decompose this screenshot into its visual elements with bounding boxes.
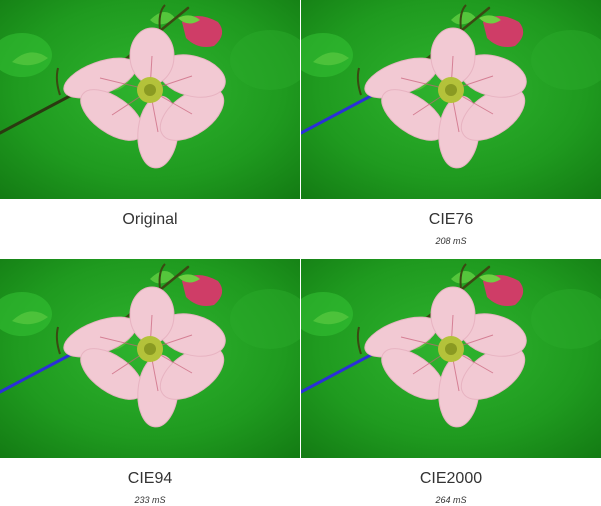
panel-caption: CIE76 (428, 211, 474, 228)
comparison-grid: Original CIE76 208 mS CIE94 233 mS CIE20… (0, 0, 601, 506)
panel-caption: CIE2000 (419, 470, 483, 487)
panel-caption: CIE94 (127, 470, 173, 487)
flower-center-inner (144, 343, 156, 355)
flower-photo-cie94 (0, 259, 300, 458)
flower-image (301, 0, 601, 199)
flower-photo-cie2000 (301, 259, 601, 458)
flower-photo-original (0, 0, 300, 199)
panel-cie2000: CIE2000 264 mS (301, 259, 601, 506)
panel-timing: 208 mS (435, 236, 467, 246)
flower-image (301, 259, 601, 458)
panel-original: Original (0, 0, 300, 229)
flower-center-inner (445, 84, 457, 96)
flower-center-inner (144, 84, 156, 96)
panel-cie76: CIE76 208 mS (301, 0, 601, 247)
panel-timing: 233 mS (134, 495, 166, 505)
flower-center-inner (445, 343, 457, 355)
panel-timing: 264 mS (435, 495, 467, 505)
flower-image (0, 259, 300, 458)
panel-caption: Original (122, 211, 178, 228)
flower-image (0, 0, 300, 199)
panel-cie94: CIE94 233 mS (0, 259, 300, 506)
flower-photo-cie76 (301, 0, 601, 199)
